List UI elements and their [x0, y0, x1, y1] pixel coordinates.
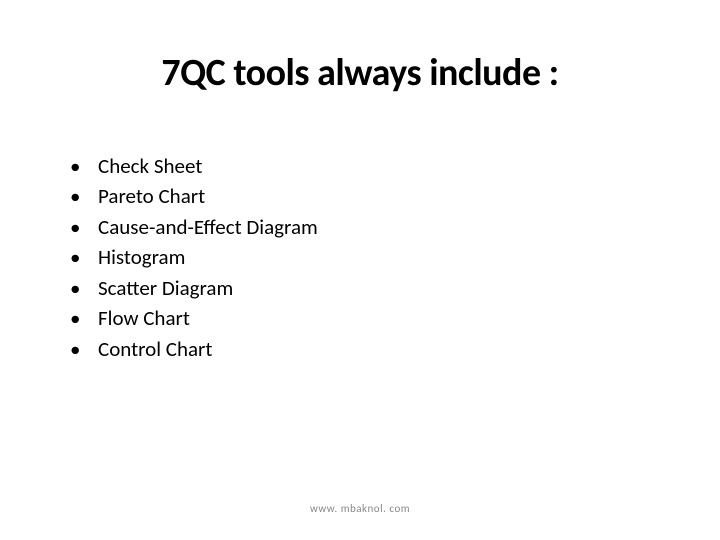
list-item: Histogram [70, 242, 660, 272]
list-item: Scatter Diagram [70, 273, 660, 303]
slide-title: 7QC tools always include : [60, 50, 660, 96]
list-item: Control Chart [70, 334, 660, 364]
slide-container: 7QC tools always include : Check Sheet P… [0, 0, 720, 540]
list-item: Pareto Chart [70, 181, 660, 211]
footer-text: www. mbaknol. com [0, 502, 720, 515]
list-item: Check Sheet [70, 151, 660, 181]
list-item: Cause-and-Effect Diagram [70, 212, 660, 242]
list-item: Flow Chart [70, 303, 660, 333]
bullet-list: Check Sheet Pareto Chart Cause-and-Effec… [60, 151, 660, 364]
